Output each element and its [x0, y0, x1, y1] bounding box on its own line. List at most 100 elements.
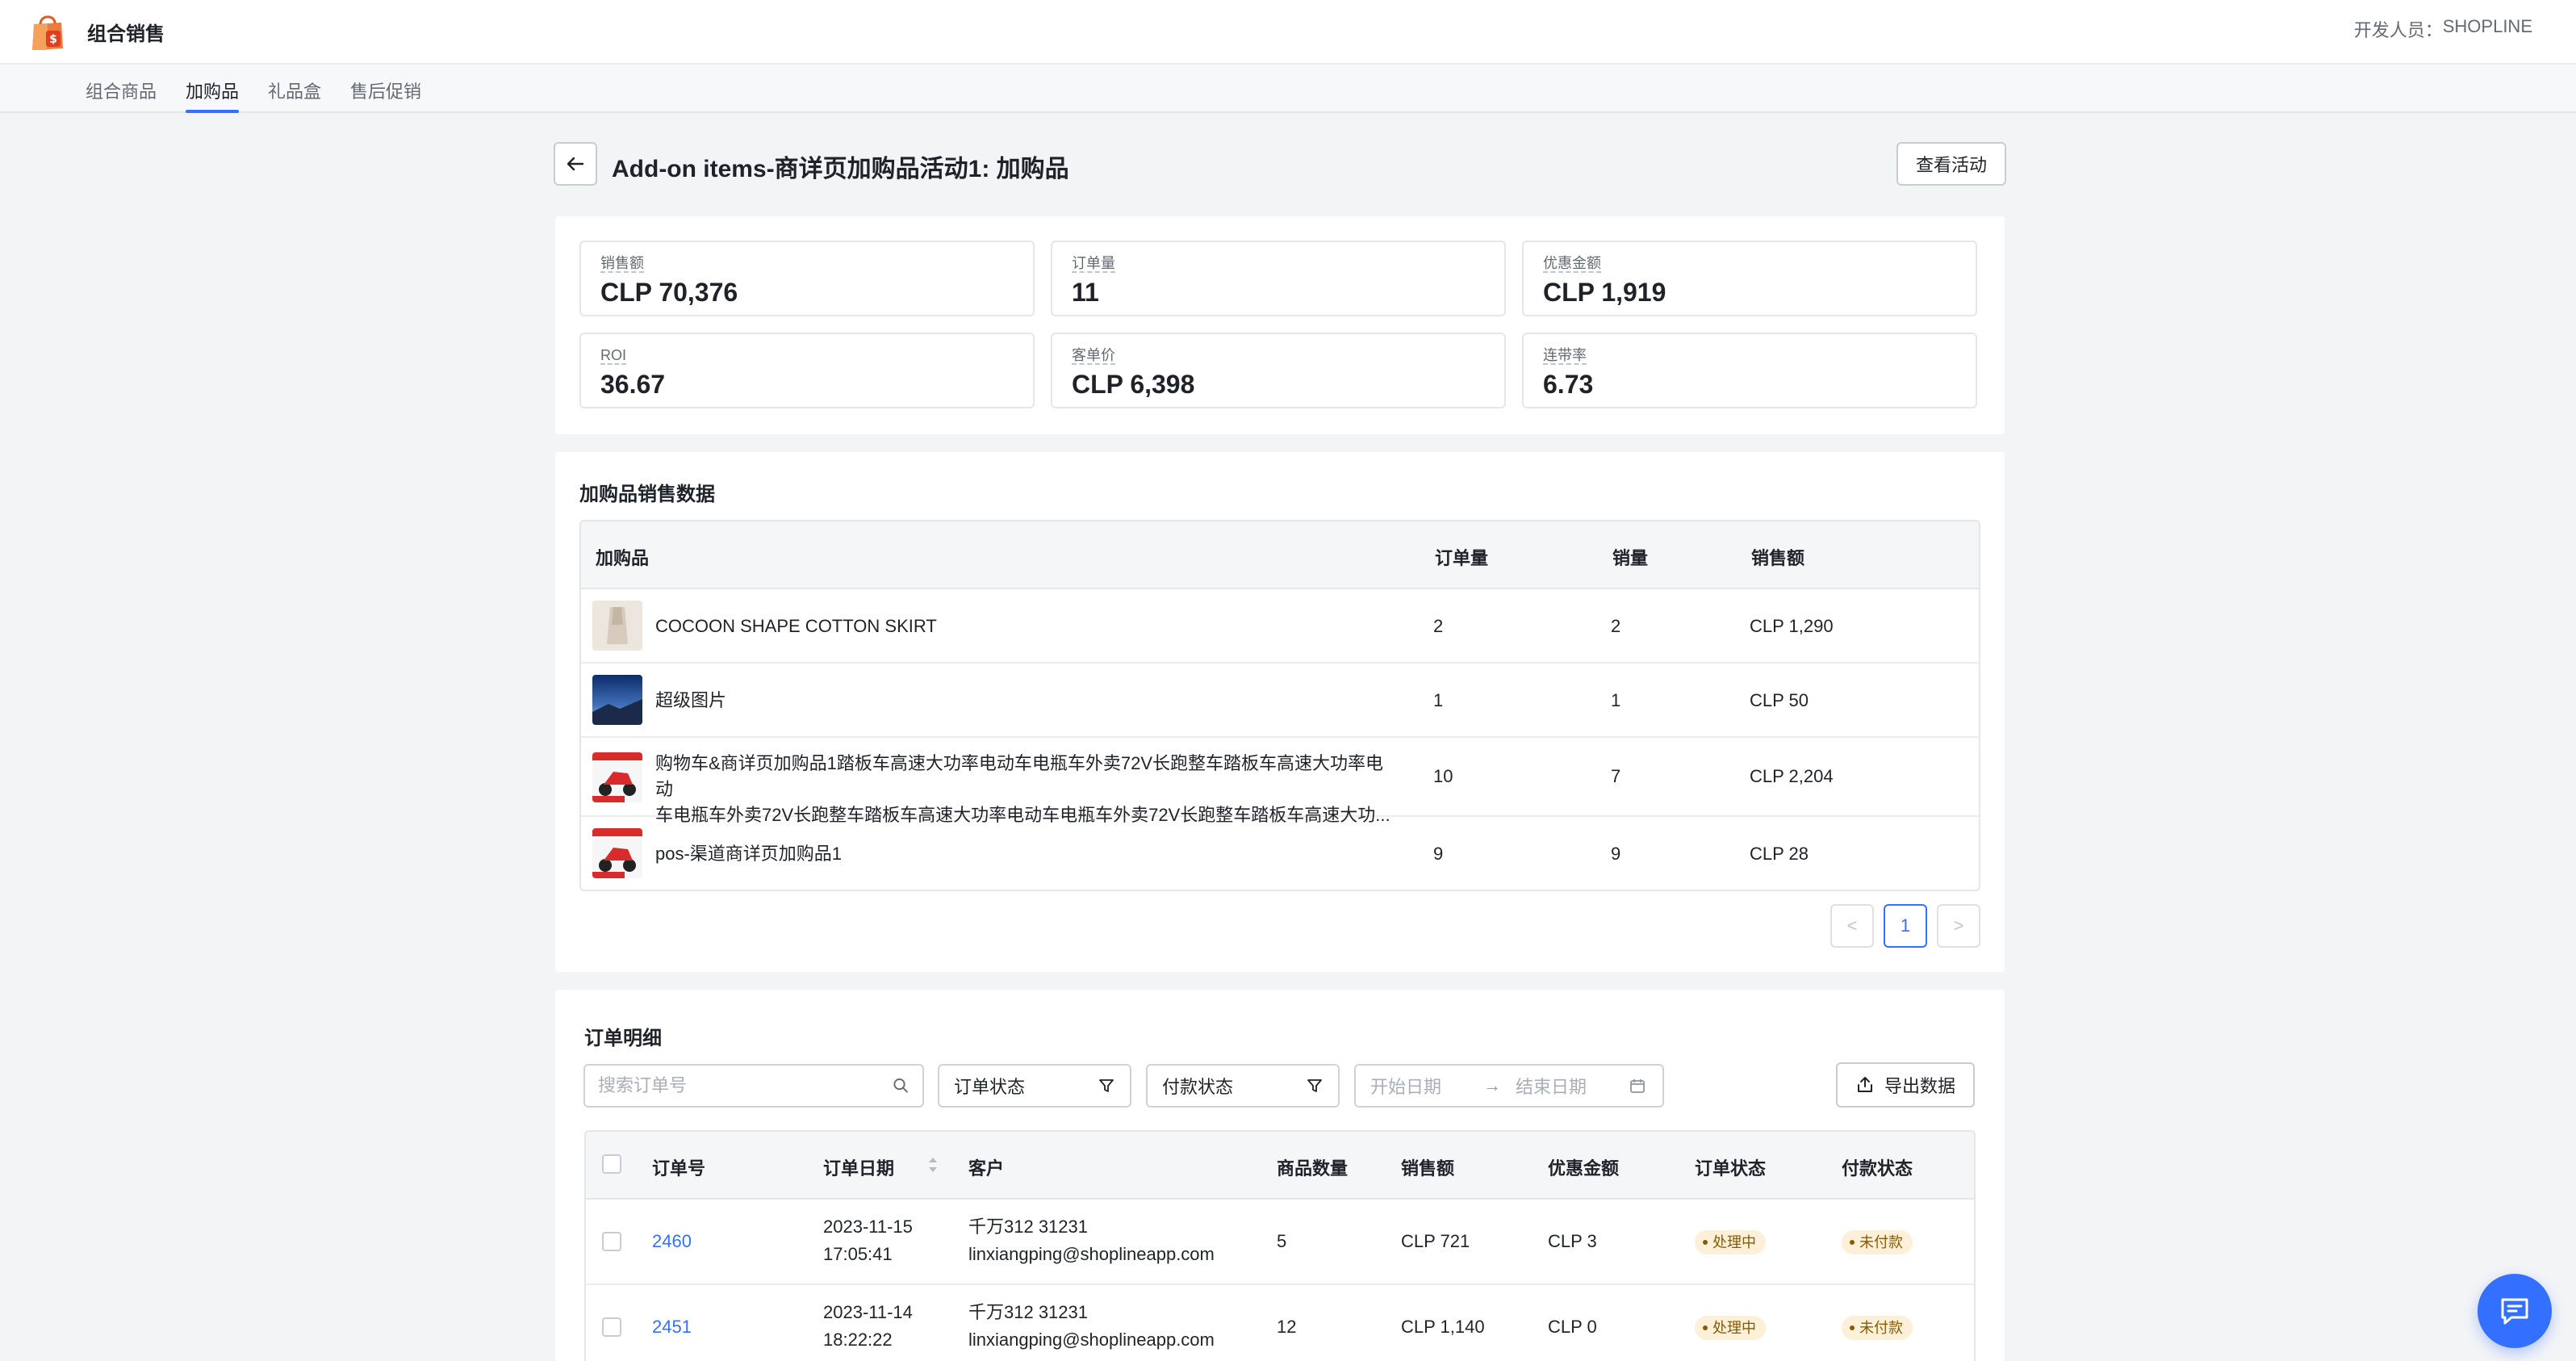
column-header: 付款状态 — [1842, 1158, 1913, 1179]
column-header: 销售额 — [1751, 548, 1805, 568]
row-checkbox[interactable] — [602, 1317, 621, 1337]
order-id-link[interactable]: 2460 — [652, 1229, 692, 1254]
table-row: COCOON SHAPE COTTON SKIRT 2 2 CLP 1,290 — [581, 589, 1979, 664]
tab-add-on-items[interactable]: 加购品 — [186, 77, 240, 113]
order-count: 2 — [1433, 616, 1444, 636]
date-separator-icon: → — [1483, 1075, 1501, 1095]
export-data-button[interactable]: 导出数据 — [1836, 1062, 1975, 1108]
date-range-picker[interactable]: 开始日期 → 结束日期 — [1354, 1064, 1664, 1108]
end-date-input[interactable]: 结束日期 — [1516, 1073, 1629, 1099]
discount-amount: CLP 0 — [1548, 1317, 1597, 1337]
metric-label: 销售额 — [600, 255, 644, 273]
product-name: COCOON SHAPE COTTON SKIRT — [655, 616, 937, 636]
table-row: 2460 2023-11-15 17:05:41 千万312 31231 lin… — [586, 1200, 1974, 1285]
customer-email: linxiangping@shoplineapp.com — [968, 1244, 1215, 1264]
order-date: 2023-11-14 — [823, 1302, 913, 1322]
column-header: 销售额 — [1401, 1158, 1455, 1179]
tab-gift-box[interactable]: 礼品盒 — [268, 77, 321, 113]
item-quantity: 5 — [1277, 1231, 1287, 1251]
product-name: 超级图片 — [655, 690, 727, 710]
payment-status-filter-label: 付款状态 — [1162, 1077, 1234, 1097]
orders-table: 订单号 订单日期 客户 商品数量 销售额 优惠金额 订单状态 付款状态 2460… — [584, 1130, 1976, 1361]
addon-sales-card: 加购品销售数据 加购品 订单量 销量 销售额 COCOON SHAPE COTT… — [555, 452, 2005, 972]
start-date-input[interactable]: 开始日期 — [1370, 1073, 1483, 1099]
row-checkbox[interactable] — [602, 1232, 621, 1251]
item-quantity: 12 — [1277, 1317, 1297, 1337]
tab-after-sale-promotion[interactable]: 售后促销 — [350, 77, 421, 113]
chat-support-button[interactable] — [2478, 1274, 2552, 1348]
metric-value: CLP 6,398 — [1072, 370, 1195, 399]
sales-amount: CLP 2,204 — [1750, 766, 1834, 786]
metric-value: 6.73 — [1543, 370, 1594, 399]
view-activity-button[interactable]: 查看活动 — [1896, 142, 2006, 186]
pagination-prev-button[interactable]: < — [1830, 904, 1874, 948]
payment-status-badge: 未付款 — [1842, 1230, 1913, 1254]
select-all-checkbox[interactable] — [602, 1154, 621, 1174]
metric-discount: 优惠金额 CLP 1,919 — [1522, 241, 1977, 316]
column-header: 订单量 — [1435, 548, 1489, 568]
filter-icon — [1307, 1079, 1322, 1092]
metric-label: 连带率 — [1543, 347, 1587, 365]
metric-sales: 销售额 CLP 70,376 — [579, 241, 1035, 316]
customer-email: linxiangping@shoplineapp.com — [968, 1330, 1215, 1350]
search-icon[interactable] — [893, 1077, 910, 1095]
pagination-next-button[interactable]: > — [1937, 904, 1980, 948]
product-thumbnail — [592, 752, 642, 802]
metric-avg-order-value: 客单价 CLP 6,398 — [1051, 333, 1506, 408]
pagination-page-1[interactable]: 1 — [1884, 904, 1927, 948]
nav-tabs: 组合商品 加购品 礼品盒 售后促销 — [0, 65, 2576, 113]
developer-info: 开发人员： SHOPLINE — [2354, 16, 2532, 42]
section-title: 订单明细 — [584, 1028, 662, 1049]
column-header: 订单日期 — [823, 1158, 895, 1179]
calendar-icon — [1630, 1079, 1645, 1093]
developer-label: 开发人员： — [2353, 20, 2443, 40]
sales-quantity: 7 — [1611, 766, 1621, 786]
sales-quantity: 1 — [1611, 690, 1621, 710]
order-count: 9 — [1433, 844, 1444, 864]
column-header: 商品数量 — [1277, 1158, 1349, 1179]
metric-roi: ROI 36.67 — [579, 333, 1035, 408]
top-bar: $ 组合销售 开发人员： SHOPLINE — [0, 0, 2576, 65]
table-row: 购物车&商详页加购品1踏板车高速大功率电动车电瓶车外卖72V长跑整车踏板车高速大… — [581, 738, 1979, 825]
addon-sales-table: 加购品 订单量 销量 销售额 COCOON SHAPE COTTON SKIRT… — [579, 520, 1980, 891]
table-row: pos-渠道商详页加购品1 9 9 CLP 28 — [581, 817, 1979, 890]
order-time: 17:05:41 — [823, 1244, 893, 1264]
sales-quantity: 9 — [1611, 844, 1621, 864]
metric-label: 客单价 — [1072, 347, 1115, 365]
sales-amount: CLP 1,290 — [1750, 616, 1834, 636]
back-button[interactable] — [554, 142, 597, 186]
shopline-bag-icon: $ — [26, 10, 69, 53]
product-name: pos-渠道商详页加购品1 — [655, 844, 843, 864]
customer-name: 千万312 31231 — [968, 1302, 1088, 1322]
customer-name: 千万312 31231 — [968, 1217, 1088, 1237]
order-search-input[interactable] — [598, 1075, 893, 1096]
payment-status-filter[interactable]: 付款状态 — [1146, 1064, 1340, 1108]
table-header: 加购品 订单量 销量 销售额 — [581, 521, 1979, 589]
chat-icon — [2501, 1298, 2528, 1325]
sales-amount: CLP 50 — [1750, 690, 1809, 710]
app-title: 组合销售 — [87, 23, 165, 45]
table-header: 订单号 订单日期 客户 商品数量 销售额 优惠金额 订单状态 付款状态 — [586, 1132, 1974, 1200]
export-icon — [1857, 1077, 1872, 1092]
arrow-left-icon — [567, 157, 584, 171]
order-status-badge: 处理中 — [1695, 1230, 1766, 1254]
sales-quantity: 2 — [1611, 616, 1621, 636]
table-row: 2451 2023-11-14 18:22:22 千万312 31231 lin… — [586, 1285, 1974, 1361]
tab-bundle-products[interactable]: 组合商品 — [86, 77, 157, 113]
svg-text:$: $ — [49, 33, 57, 46]
sort-icon[interactable] — [926, 1154, 939, 1179]
metric-value: CLP 70,376 — [600, 278, 738, 307]
export-data-label: 导出数据 — [1884, 1076, 1955, 1096]
sales-amount: CLP 1,140 — [1401, 1317, 1485, 1337]
order-status-filter[interactable]: 订单状态 — [938, 1064, 1131, 1108]
product-name-line: 购物车&商详页加购品1踏板车高速大功率电动车电瓶车外卖72V长跑整车踏板车高速大… — [655, 753, 1384, 799]
order-time: 18:22:22 — [823, 1330, 893, 1350]
product-thumbnail — [592, 601, 642, 651]
order-id-link[interactable]: 2451 — [652, 1314, 692, 1340]
column-header: 订单号 — [652, 1158, 706, 1179]
order-search-field — [583, 1064, 924, 1108]
column-header: 优惠金额 — [1548, 1158, 1620, 1179]
page-title: Add-on items-商详页加购品活动1: 加购品 — [612, 156, 1069, 182]
section-title: 加购品销售数据 — [579, 484, 715, 505]
sales-amount: CLP 721 — [1401, 1231, 1470, 1251]
